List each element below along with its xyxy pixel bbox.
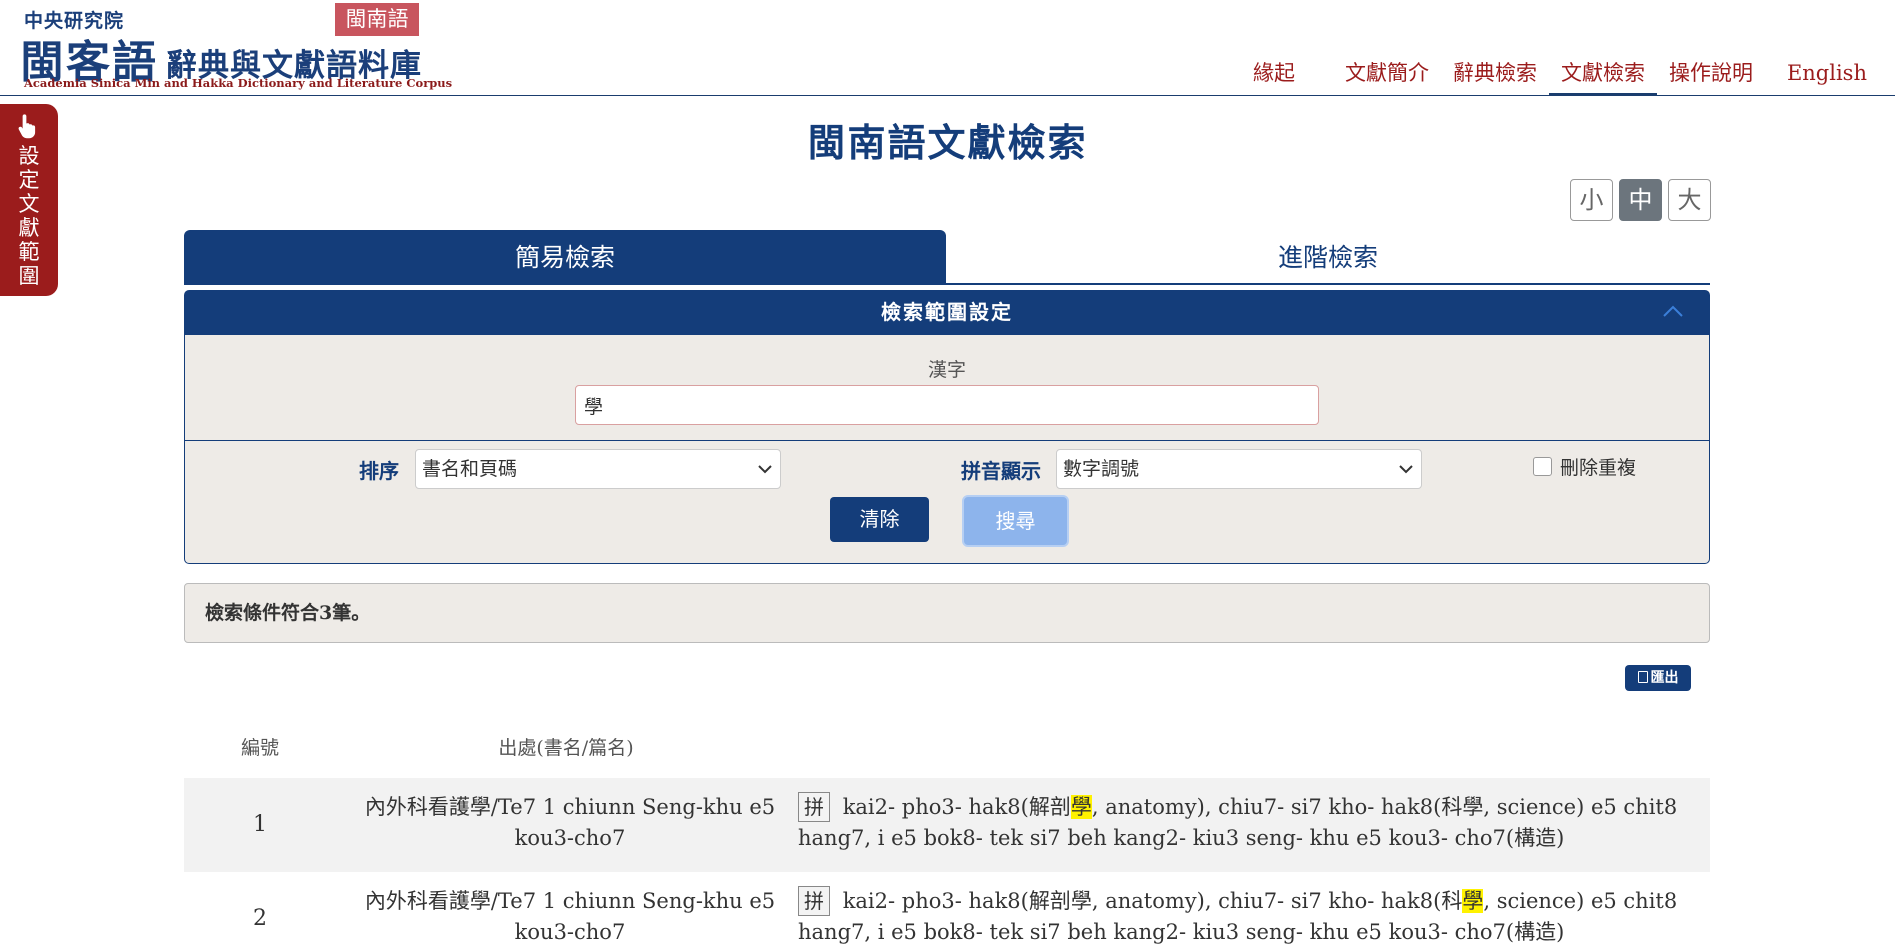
row-text-before: kai2- pho3- hak8(解剖學, anatomy), chiu7- s… — [842, 889, 1463, 913]
sort-label: 排序 — [359, 459, 399, 483]
search-form: 漢字 排序 書名和頁碼 拼音顯示 數字調號 刪除重複 清除 搜尋 — [184, 335, 1710, 564]
export-label: 匯出 — [1650, 670, 1679, 686]
tab-simple-search[interactable]: 簡易檢索 — [184, 230, 946, 285]
column-header-source: 出處(書名/篇名) — [498, 737, 634, 759]
search-range-title: 檢索範圍設定 — [881, 300, 1013, 324]
font-size-small-button[interactable]: 小 — [1570, 179, 1613, 221]
chevron-up-icon[interactable] — [1662, 304, 1684, 318]
sort-select[interactable]: 書名和頁碼 — [415, 449, 781, 489]
form-divider — [185, 440, 1709, 441]
main-nav: 緣起 文獻簡介 辭典檢索 文獻檢索 操作說明 English — [1241, 56, 1879, 96]
font-size-medium-button[interactable]: 中 — [1619, 179, 1662, 221]
chevron-down-icon — [758, 465, 772, 474]
row-source[interactable]: 內外科看護學/Te7 1 chiunn Seng-khu e5 kou3-cho… — [356, 886, 784, 948]
search-mode-tabs: 簡易檢索 進階檢索 — [184, 230, 1710, 285]
highlighted-match: 學 — [1462, 889, 1484, 913]
nav-item-instructions[interactable]: 操作說明 — [1657, 56, 1765, 96]
row-text: 拼 kai2- pho3- hak8(解剖學, anatomy), chiu7-… — [798, 886, 1698, 948]
font-size-large-button[interactable]: 大 — [1668, 179, 1711, 221]
highlighted-match: 學 — [1070, 795, 1092, 819]
remove-duplicates-option[interactable]: 刪除重複 — [1533, 453, 1636, 480]
row-text: 拼 kai2- pho3- hak8(解剖學, anatomy), chiu7-… — [798, 792, 1698, 854]
site-header: 中央研究院 閩客語 辭典與文獻語料庫 Academia Sinica Min a… — [0, 0, 1895, 96]
pinyin-display-label: 拼音顯示 — [961, 459, 1041, 483]
row-source[interactable]: 內外科看護學/Te7 1 chiunn Seng-khu e5 kou3-cho… — [356, 792, 784, 854]
document-icon — [1637, 671, 1648, 683]
nav-item-literature-intro[interactable]: 文獻簡介 — [1333, 56, 1441, 96]
nav-item-literature-search[interactable]: 文獻檢索 — [1548, 56, 1657, 96]
hanzi-label: 漢字 — [927, 359, 966, 381]
search-button[interactable]: 搜尋 — [962, 495, 1069, 547]
row-number: 1 — [253, 812, 267, 837]
sort-select-value: 書名和頁碼 — [422, 458, 518, 480]
table-row: 2 內外科看護學/Te7 1 chiunn Seng-khu e5 kou3-c… — [184, 872, 1710, 948]
nav-item-english[interactable]: English — [1775, 56, 1879, 96]
result-summary: 檢索條件符合3筆。 — [184, 583, 1710, 643]
nav-item-dictionary-search[interactable]: 辭典檢索 — [1441, 56, 1549, 96]
pinyin-display-select[interactable]: 數字調號 — [1056, 449, 1422, 489]
table-row: 1 內外科看護學/Te7 1 chiunn Seng-khu e5 kou3-c… — [184, 778, 1710, 872]
page-title: 閩南語文獻檢索 — [807, 120, 1088, 165]
remove-duplicates-label: 刪除重複 — [1560, 457, 1637, 479]
hanzi-input[interactable] — [575, 385, 1319, 425]
nav-item-origin[interactable]: 緣起 — [1241, 56, 1307, 96]
language-badge[interactable]: 閩南語 — [335, 3, 419, 36]
row-number: 2 — [253, 906, 267, 931]
pinyin-badge[interactable]: 拼 — [798, 886, 830, 916]
font-size-switcher: 小 中 大 — [1570, 179, 1717, 221]
tab-advanced-search[interactable]: 進階檢索 — [946, 230, 1710, 285]
pinyin-badge[interactable]: 拼 — [798, 792, 830, 822]
chevron-down-icon — [1399, 465, 1413, 474]
row-text-before: kai2- pho3- hak8(解剖 — [842, 795, 1071, 819]
export-button[interactable]: 匯出 — [1625, 665, 1691, 691]
search-range-header[interactable]: 檢索範圍設定 — [184, 290, 1710, 335]
remove-duplicates-checkbox[interactable] — [1533, 457, 1552, 476]
column-header-number: 編號 — [240, 737, 279, 759]
pinyin-select-value: 數字調號 — [1063, 458, 1140, 480]
clear-button[interactable]: 清除 — [830, 497, 929, 542]
logo-english: Academia Sinica Min and Hakka Dictionary… — [24, 76, 453, 90]
